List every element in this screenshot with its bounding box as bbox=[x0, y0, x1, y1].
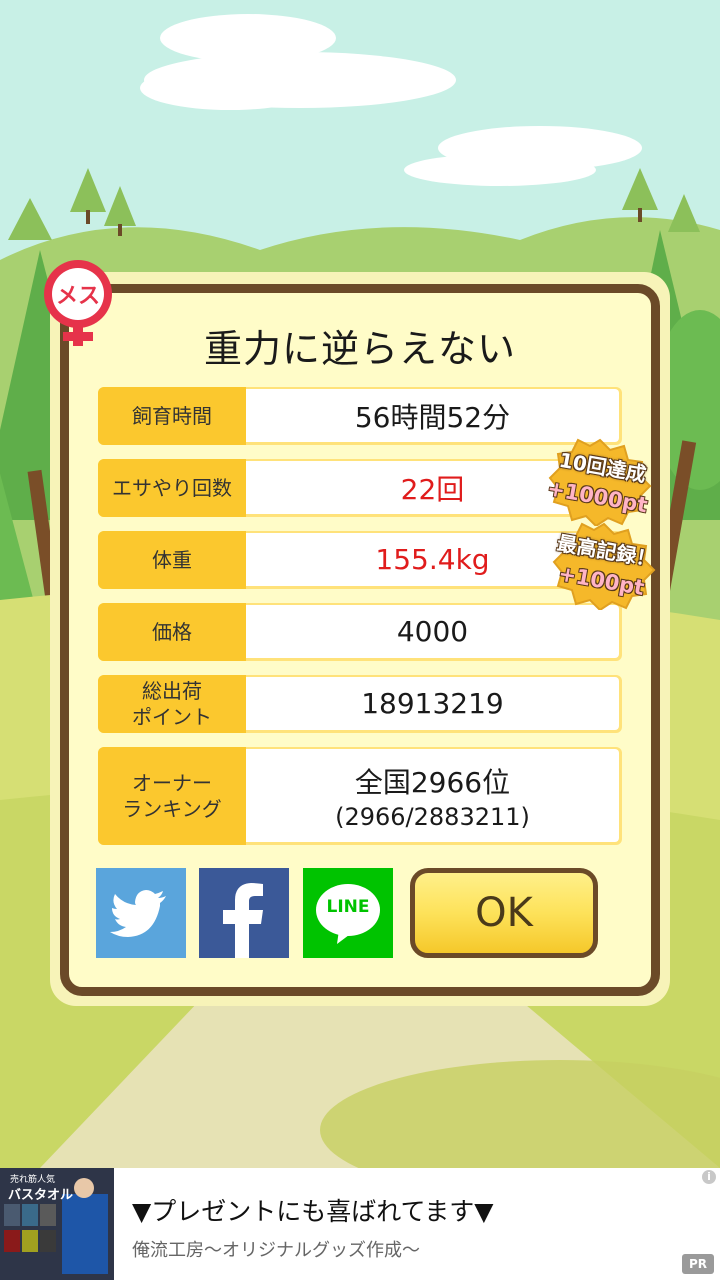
ranking-detail: (2966/2883211) bbox=[335, 802, 530, 831]
ok-button[interactable]: OK bbox=[410, 868, 598, 958]
stat-label: 飼育時間 bbox=[98, 387, 246, 445]
facebook-share-button[interactable] bbox=[199, 868, 289, 958]
twitter-share-button[interactable] bbox=[96, 868, 186, 958]
bonus-badge-weight: 最高記録！ +100pt bbox=[552, 522, 658, 610]
ad-image[interactable]: 売れ筋人気 バスタオル bbox=[0, 1168, 114, 1280]
facebook-f-icon bbox=[223, 883, 263, 958]
ad-image-caption: バスタオル bbox=[8, 1188, 74, 1203]
stat-row-shipping-points: 総出荷 ポイント 18913219 bbox=[98, 675, 622, 733]
twitter-bird-icon bbox=[110, 890, 166, 937]
bonus-badge-feed: 10回達成 +1000pt bbox=[546, 438, 652, 526]
stat-value: 18913219 bbox=[246, 677, 619, 730]
line-label: LINE bbox=[326, 897, 370, 917]
stat-label: オーナー ランキング bbox=[98, 747, 246, 845]
stat-row-owner-ranking: オーナー ランキング 全国2966位 (2966/2883211) bbox=[98, 747, 622, 845]
ad-subtitle[interactable]: 俺流工房〜オリジナルグッズ作成〜 bbox=[132, 1236, 420, 1262]
stat-label: エサやり回数 bbox=[98, 459, 246, 517]
ad-banner[interactable]: 売れ筋人気 バスタオル ▼プレゼントにも喜ばれてます▼ 俺流工房〜オリジナルグッ… bbox=[0, 1168, 720, 1280]
stat-row-weight: 体重 155.4kg bbox=[98, 531, 622, 589]
stat-row-price: 価格 4000 bbox=[98, 603, 622, 661]
stat-value: 全国2966位 (2966/2883211) bbox=[246, 749, 619, 842]
stat-label-line1: オーナー bbox=[132, 771, 212, 795]
ad-info-icon[interactable]: i bbox=[702, 1170, 716, 1184]
stat-label: 体重 bbox=[98, 531, 246, 589]
stat-label: 価格 bbox=[98, 603, 246, 661]
ranking-main: 全国2966位 bbox=[354, 765, 511, 799]
sex-badge-label: メス bbox=[56, 284, 100, 309]
ad-pr-label: PR bbox=[682, 1254, 714, 1274]
result-title: 重力に逆らえない bbox=[203, 327, 516, 371]
stat-row-breeding-time: 飼育時間 56時間52分 bbox=[98, 387, 622, 445]
line-share-button[interactable]: LINE bbox=[303, 868, 393, 958]
stat-label-line2: ランキング bbox=[122, 797, 222, 821]
stat-label-line1: 総出荷 bbox=[142, 679, 202, 703]
stat-value: 4000 bbox=[246, 605, 619, 658]
stat-label: 総出荷 ポイント bbox=[98, 675, 246, 733]
stat-label-line2: ポイント bbox=[132, 705, 212, 729]
ad-title[interactable]: ▼プレゼントにも喜ばれてます▼ bbox=[132, 1192, 493, 1228]
